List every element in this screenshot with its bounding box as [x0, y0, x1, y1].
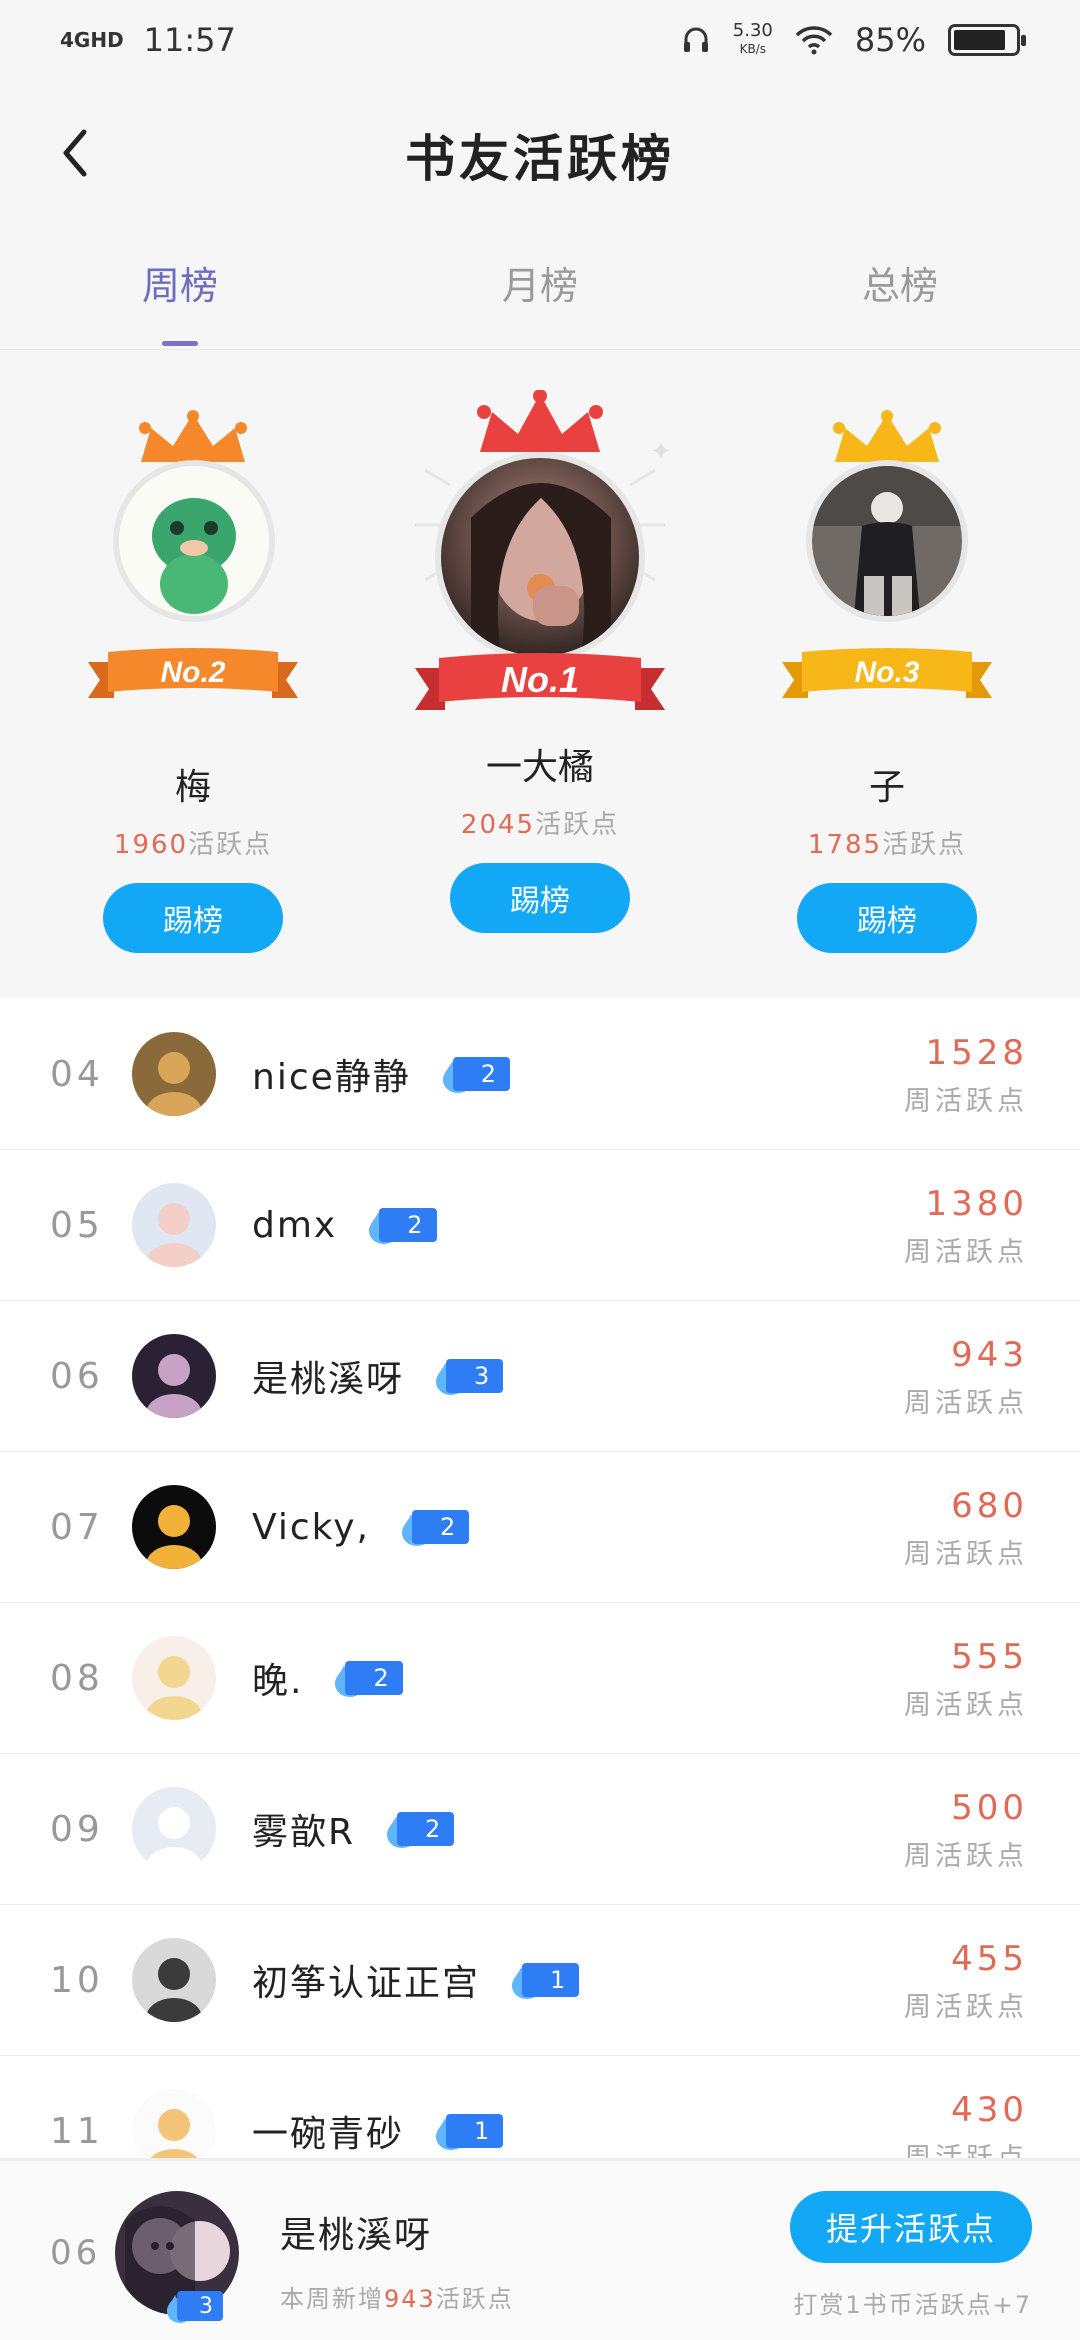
score: 1380 周活跃点	[904, 1184, 1028, 1268]
avatar[interactable]	[132, 1485, 216, 1569]
winner-points: 1960活跃点	[113, 830, 273, 860]
list-item[interactable]: 09 雾歆R 2 500 周活跃点	[0, 1754, 1080, 1905]
list-item[interactable]: 08 晚. 2 555 周活跃点	[0, 1603, 1080, 1754]
level-badge: 1	[434, 2112, 504, 2150]
avatar[interactable]	[132, 1938, 216, 2022]
avatar[interactable]	[806, 460, 968, 622]
rank-number: 04	[50, 1053, 104, 1095]
rank-number: 08	[50, 1657, 104, 1699]
rank-number: 07	[50, 1506, 104, 1548]
kick-button[interactable]: 踢榜	[103, 883, 283, 953]
score: 680 周活跃点	[904, 1486, 1028, 1570]
user-name: dmx 2	[252, 1205, 437, 1246]
score: 455 周活跃点	[904, 1939, 1028, 2023]
user-name: Vicky, 2	[252, 1507, 470, 1548]
user-name: 雾歆R 2	[252, 1803, 455, 1855]
user-name: 晚. 2	[252, 1652, 403, 1704]
avatar[interactable]	[132, 1636, 216, 1720]
headphones-icon	[683, 27, 708, 52]
network-indicator: 4GHD	[60, 28, 124, 52]
score: 555 周活跃点	[904, 1637, 1028, 1721]
back-button[interactable]	[45, 123, 105, 183]
tip-hint: 打赏1书币活跃点+7	[793, 2291, 1032, 2319]
tab-weekly[interactable]: 周榜	[0, 235, 360, 349]
list-item[interactable]: 10 初筝认证正宫 1 455 周活跃点	[0, 1905, 1080, 2056]
page-title: 书友活跃榜	[405, 130, 675, 188]
winner-name: 梅	[174, 767, 211, 808]
wifi-icon	[795, 26, 833, 55]
user-name: 初筝认证正宫 1	[252, 1954, 580, 2006]
winner-points: 2045活跃点	[460, 810, 620, 840]
level-badge: 1	[510, 1961, 580, 1999]
avatar[interactable]	[435, 452, 645, 662]
podium: ✦ No.1 一大橘 2045活跃点 踢榜 No.2 梅 1960活跃点 踢榜 …	[0, 350, 1080, 975]
level-badge: 3	[434, 1357, 504, 1395]
rank-badge-first: No.1	[415, 650, 665, 716]
score: 943 周活跃点	[904, 1335, 1028, 1419]
battery-percent: 85%	[854, 21, 926, 59]
tab-total[interactable]: 总榜	[720, 235, 1080, 349]
level-badge: 2	[400, 1508, 470, 1546]
score: 1528 周活跃点	[904, 1033, 1028, 1117]
list-item[interactable]: 11 一碗青砂1 430周活跃点	[0, 2056, 1080, 2158]
rank-badge-second: No.2	[88, 646, 298, 704]
avatar[interactable]	[113, 460, 275, 622]
score: 500 周活跃点	[904, 1788, 1028, 1872]
header: 书友活跃榜	[0, 95, 1080, 215]
list-item[interactable]: 07 Vicky, 2 680 周活跃点	[0, 1452, 1080, 1603]
level-badge: 2	[333, 1659, 403, 1697]
rank-number: 09	[50, 1808, 104, 1850]
chevron-left-icon	[63, 129, 87, 177]
user-name: 是桃溪呀 3	[252, 1350, 504, 1402]
my-rank-number: 06	[50, 2233, 102, 2273]
avatar[interactable]	[132, 1787, 216, 1871]
level-badge: 2	[367, 1206, 437, 1244]
my-weekly-points: 本周新增943活跃点	[280, 2285, 514, 2313]
network-speed: 5.30 KB/s	[732, 20, 773, 57]
podium-first: ✦ No.1 一大橘 2045活跃点 踢榜	[385, 390, 695, 933]
avatar[interactable]	[132, 1183, 216, 1267]
status-bar: 4GHD 11:57 5.30 KB/s 85%	[0, 0, 1080, 80]
podium-second: No.2 梅 1960活跃点 踢榜	[53, 410, 333, 953]
kick-button[interactable]: 踢榜	[797, 883, 977, 953]
rank-number: 06	[50, 1355, 104, 1397]
level-badge: 2	[441, 1055, 511, 1093]
user-name: 一碗青砂 1	[252, 2105, 504, 2157]
avatar[interactable]	[132, 1334, 216, 1418]
podium-third: No.3 子 1785活跃点 踢榜	[747, 410, 1027, 953]
winner-points: 1785活跃点	[807, 830, 967, 860]
svg-text:✦: ✦	[650, 437, 672, 467]
level-badge: 2	[385, 1810, 455, 1848]
boost-activity-button[interactable]: 提升活跃点	[790, 2191, 1032, 2263]
winner-name: 一大橘	[485, 747, 594, 788]
list-item[interactable]: 04 nice静静 2 1528 周活跃点	[0, 999, 1080, 1150]
winner-name: 子	[868, 767, 905, 808]
rank-number: 10	[50, 1959, 104, 2001]
rank-number: 05	[50, 1204, 104, 1246]
tab-active-indicator	[162, 341, 198, 346]
score: 430周活跃点	[904, 2090, 1028, 2158]
status-time: 11:57	[143, 21, 236, 59]
my-rank-bar: 06 3 是桃溪呀 本周新增943活跃点 提升活跃点 打赏1书币活跃点+7	[0, 2158, 1080, 2340]
tab-bar: 周榜 月榜 总榜	[0, 235, 1080, 350]
avatar[interactable]	[132, 2089, 216, 2158]
tab-monthly[interactable]: 月榜	[360, 235, 720, 349]
user-name: nice静静 2	[252, 1048, 511, 1100]
battery-icon	[948, 24, 1026, 56]
list-item[interactable]: 05 dmx 2 1380 周活跃点	[0, 1150, 1080, 1301]
my-name: 是桃溪呀	[280, 2215, 433, 2256]
my-level-badge: 3	[165, 2289, 223, 2323]
rank-badge-third: No.3	[782, 646, 992, 704]
list-item[interactable]: 06 是桃溪呀 3 943 周活跃点	[0, 1301, 1080, 1452]
avatar[interactable]	[132, 1032, 216, 1116]
kick-button[interactable]: 踢榜	[450, 863, 630, 933]
rank-list: 04 nice静静 2 1528 周活跃点 05 dmx 2 1380 周活跃点 06 是桃溪呀 3 94…	[0, 998, 1080, 2158]
rank-number: 11	[50, 2110, 104, 2152]
